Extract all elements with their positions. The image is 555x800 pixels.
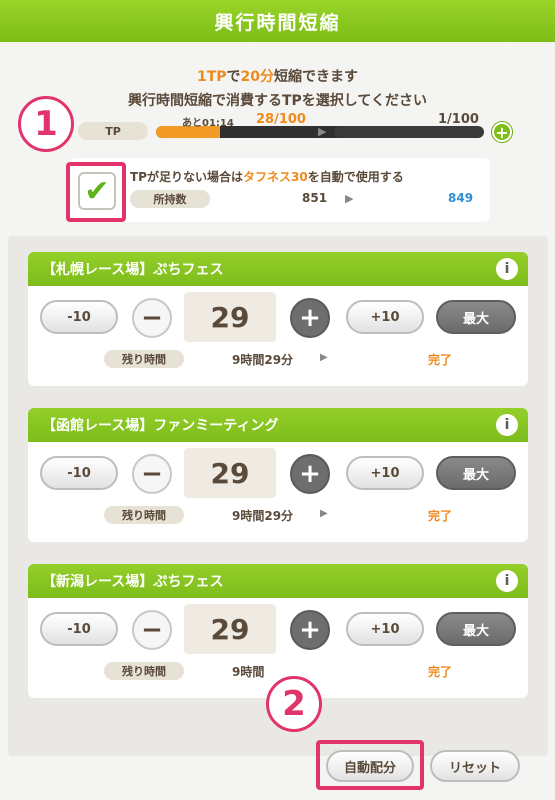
tp-label: TP (78, 122, 148, 140)
tp-current-value: 28/100 (256, 112, 306, 127)
remaining-time-label: 残り時間 (104, 506, 184, 524)
minus-button[interactable]: − (132, 298, 172, 338)
event-card-header: 【札幌レース場】ぷちフェス i (28, 252, 528, 286)
minus-button[interactable]: − (132, 454, 172, 494)
event-title: 【函館レース場】ファンミーティング (42, 418, 279, 434)
checkmark-icon: ✔ (84, 173, 110, 209)
tp-after-bar (334, 126, 484, 138)
event-card: 【新潟レース場】ぷちフェス i -10 − 29 + +10 最大 残り時間 9… (28, 564, 528, 698)
remaining-time-value: 9時間 (232, 665, 265, 679)
remaining-time-value: 9時間29分 (232, 353, 294, 367)
plus-10-button[interactable]: +10 (346, 612, 424, 646)
info-icon[interactable]: i (496, 570, 518, 592)
reset-button[interactable]: リセット (430, 750, 520, 782)
owned-count-current: 851 (302, 191, 328, 205)
arrow-right-icon: ▶ (320, 508, 328, 519)
minus-10-button[interactable]: -10 (40, 612, 118, 646)
plus-button[interactable]: + (290, 298, 330, 338)
annotation-step-2: 2 (266, 676, 322, 732)
tp-after-value: 1/100 (438, 112, 479, 127)
instruction-message: 興行時間短縮で消費するTPを選択してください (128, 93, 427, 109)
status-complete: 完了 (428, 353, 453, 367)
tp-amount-value: 29 (184, 604, 276, 654)
info-icon[interactable]: i (496, 414, 518, 436)
max-button[interactable]: 最大 (436, 300, 516, 334)
auto-use-checkbox[interactable]: ✔ (78, 172, 116, 210)
event-title: 【札幌レース場】ぷちフェス (42, 262, 224, 278)
plus-10-button[interactable]: +10 (346, 456, 424, 490)
shorten-rate-message: 1TPで20分短縮できます (196, 69, 359, 85)
auto-distribute-button[interactable]: 自動配分 (326, 750, 414, 782)
arrow-right-icon: ▶ (320, 352, 328, 363)
remaining-time-value: 9時間29分 (232, 509, 294, 523)
annotation-step-1: 1 (18, 96, 74, 152)
minus-button[interactable]: − (132, 610, 172, 650)
minus-10-button[interactable]: -10 (40, 456, 118, 490)
dialog-title: 興行時間短縮 (0, 0, 555, 42)
info-icon[interactable]: i (496, 258, 518, 280)
remaining-time-label: 残り時間 (104, 662, 184, 680)
event-card-header: 【新潟レース場】ぷちフェス i (28, 564, 528, 598)
owned-count-label: 所持数 (130, 190, 210, 208)
max-button[interactable]: 最大 (436, 612, 516, 646)
tp-recover-plus-button[interactable]: + (492, 122, 512, 142)
tp-amount-value: 29 (184, 292, 276, 342)
status-complete: 完了 (428, 665, 453, 679)
tp-recovery-time: あと01:14 (182, 118, 234, 129)
status-complete: 完了 (428, 509, 453, 523)
max-button[interactable]: 最大 (436, 456, 516, 490)
plus-10-button[interactable]: +10 (346, 300, 424, 334)
plus-button[interactable]: + (290, 454, 330, 494)
tp-amount-value: 29 (184, 448, 276, 498)
arrow-right-icon: ▶ (345, 192, 354, 205)
auto-use-text: TPが足りない場合はタフネス30を自動で使用する (130, 170, 404, 184)
minus-10-button[interactable]: -10 (40, 300, 118, 334)
remaining-time-label: 残り時間 (104, 350, 184, 368)
plus-button[interactable]: + (290, 610, 330, 650)
event-title: 【新潟レース場】ぷちフェス (42, 574, 224, 590)
event-card-header: 【函館レース場】ファンミーティング i (28, 408, 528, 442)
arrow-right-icon: ▶ (318, 125, 327, 138)
event-card: 【函館レース場】ファンミーティング i -10 − 29 + +10 最大 残り… (28, 408, 528, 542)
tp-gauge: TP あと01:14 28/100 ▶ 1/100 + (78, 112, 518, 142)
owned-count-after: 849 (448, 191, 474, 205)
event-card: 【札幌レース場】ぷちフェス i -10 − 29 + +10 最大 残り時間 9… (28, 252, 528, 386)
